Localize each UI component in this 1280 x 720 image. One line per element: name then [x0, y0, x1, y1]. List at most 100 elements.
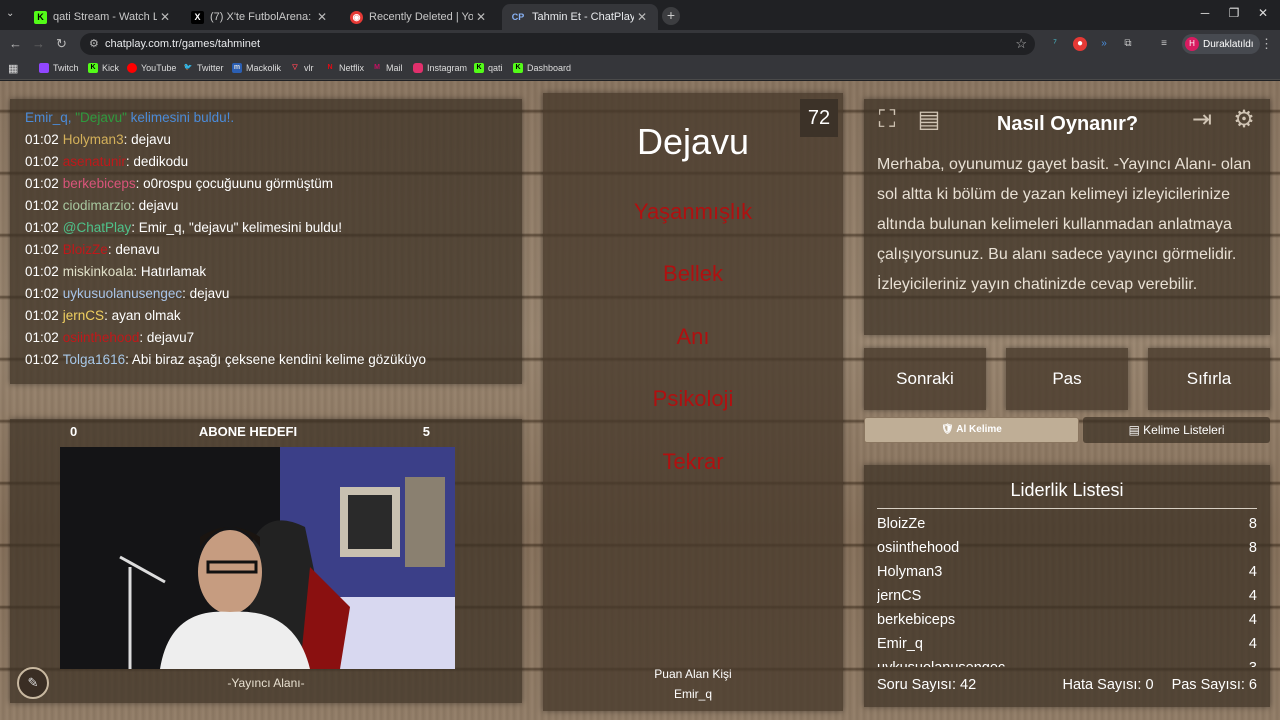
- chat-message: 01:02 jernCS: ayan olmak: [25, 305, 522, 327]
- next-button[interactable]: Sonraki: [864, 348, 986, 410]
- scorer-block: Puan Alan Kişi Emir_q: [543, 664, 843, 704]
- new-tab-button[interactable]: +: [662, 7, 680, 25]
- bookmark-twitter[interactable]: 🐦 Twitter: [183, 63, 224, 73]
- chat-user[interactable]: ciodimarzio: [63, 198, 131, 213]
- tab-youtube[interactable]: ◉ Recently Deleted | YouTube ✕: [342, 4, 497, 30]
- leaderboard-row: osiinthehood 8: [877, 536, 1257, 560]
- restore-icon[interactable]: ❐: [1224, 6, 1244, 20]
- bookmark-star-icon[interactable]: ☆: [1015, 36, 1027, 52]
- profile-button[interactable]: H Duraklatıldı: [1182, 34, 1260, 54]
- address-bar[interactable]: ⚙ chatplay.com.tr/games/tahminet ☆: [80, 33, 1035, 55]
- bookmark-qati[interactable]: Kqati: [474, 63, 503, 73]
- tab-search-icon[interactable]: ⌄: [6, 8, 14, 19]
- tab-title: (7) X'te FutbolArena: "VAR kayıt": [210, 11, 314, 23]
- chat-time: 01:02: [25, 330, 59, 345]
- chat-time: 01:02: [25, 220, 59, 235]
- chat-user[interactable]: BloizZe: [63, 242, 108, 257]
- player-score: 3: [1249, 656, 1257, 667]
- chat-message: 01:02 miskinkoala: Hatırlamak: [25, 261, 522, 283]
- apps-icon[interactable]: ▦: [8, 62, 18, 75]
- bookmark-instagram[interactable]: Instagram: [413, 63, 467, 73]
- site-info-icon[interactable]: ⚙: [89, 37, 99, 50]
- menu-icon[interactable]: ⋮: [1260, 36, 1273, 52]
- target-word: Dejavu: [636, 121, 750, 162]
- tab-close-icon[interactable]: ✕: [634, 10, 650, 24]
- tab-close-icon[interactable]: ✕: [314, 10, 330, 24]
- chat-text: dejavu: [189, 286, 230, 301]
- chat-user[interactable]: osiinthehood: [63, 330, 140, 345]
- player-name: BloizZe: [877, 516, 926, 532]
- settings-gear-icon[interactable]: ⚙: [1229, 105, 1259, 135]
- player-score: 4: [1248, 588, 1257, 604]
- media-icon[interactable]: ≡: [1157, 37, 1171, 51]
- forbidden-word: Bellek: [663, 261, 723, 286]
- forbidden-word: Yaşanmışlık: [633, 199, 753, 224]
- subscriber-goal: 0 ABONE HEDEFI 5: [60, 424, 436, 446]
- reset-button[interactable]: Sıfırla: [1148, 348, 1270, 410]
- list-icon: ▤: [1128, 423, 1144, 437]
- forward-icon[interactable]: →: [32, 36, 45, 51]
- address-url: chatplay.com.tr/games/tahminet: [105, 38, 261, 50]
- chat-user[interactable]: berkebiceps: [63, 176, 136, 191]
- chat-user[interactable]: @ChatPlay: [63, 220, 131, 235]
- chat-user[interactable]: Holyman3: [63, 132, 124, 147]
- bookmark-mackolik[interactable]: m Mackolik: [232, 63, 281, 73]
- webcam-scene-image: [60, 447, 455, 669]
- leaderboard-list[interactable]: BloizZe 8 osiinthehood 8 Holyman3 4 jernCS 4 ber…: [877, 512, 1257, 667]
- help-text: Merhaba, oyunumuz gayet basit. -Yayıncı …: [877, 156, 1252, 293]
- youtube-icon: ◉: [350, 10, 363, 24]
- tab-close-icon[interactable]: ✕: [473, 10, 489, 24]
- leaderboard-row: berkebiceps 4: [877, 608, 1257, 632]
- chat-text: kelimesini buldu!.: [126, 110, 235, 125]
- pass-button[interactable]: Pas: [1006, 348, 1128, 410]
- chat-colon: :: [131, 198, 139, 213]
- extension-icon[interactable]: ●: [1073, 37, 1087, 51]
- minimize-icon[interactable]: ─: [1195, 6, 1215, 20]
- bookmarks-bar: ▦ Twitch K Kick YouTube 🐦 Twitter m Mackoli…: [0, 58, 1280, 80]
- back-icon[interactable]: ←: [9, 36, 22, 51]
- tab-kick[interactable]: K qati Stream - Watch Live on Kick ✕: [26, 4, 181, 30]
- extension-icon[interactable]: ⁷: [1048, 37, 1062, 51]
- tab-ai-word[interactable]: 🛡 Al Kelime: [864, 417, 1079, 443]
- player-score: 8: [1248, 540, 1257, 556]
- tab-word-lists[interactable]: ▤ Kelime Listeleri: [1083, 417, 1270, 443]
- tab-chatplay[interactable]: CP Tahmin Et - ChatPlay ✕: [502, 4, 658, 30]
- streamer-label: -Yayıncı Alanı-: [227, 676, 305, 690]
- bookmark-dashboard[interactable]: K Dashboard: [513, 63, 571, 73]
- tab-close-icon[interactable]: ✕: [157, 10, 173, 24]
- reload-icon[interactable]: ↻: [56, 36, 67, 52]
- extension-icon[interactable]: »: [1097, 37, 1111, 51]
- bookmark-netflix[interactable]: N Netflix: [325, 63, 364, 73]
- chat-user[interactable]: Tolga1616: [63, 352, 125, 367]
- error-count: Hata Sayısı: 0: [1062, 677, 1154, 693]
- chat-user[interactable]: miskinkoala: [63, 264, 134, 279]
- chat-text: o0rospu çocuğuunu görmüştüm: [143, 176, 333, 191]
- close-window-icon[interactable]: ✕: [1253, 6, 1273, 20]
- youtube-icon: [127, 63, 137, 73]
- bookmark-kick[interactable]: K Kick: [88, 63, 119, 73]
- player-name: osiinthehood: [877, 540, 960, 556]
- goal-target: 5: [422, 424, 430, 439]
- fullscreen-icon[interactable]: ⛶: [872, 105, 902, 135]
- chat-user[interactable]: uykusuolanusengec: [63, 286, 182, 301]
- webcam-video: [60, 447, 455, 669]
- chat-panel[interactable]: Emir_q, "Dejavu" kelimesini buldu!. 01:0…: [10, 99, 522, 384]
- chat-user[interactable]: asenatunir: [63, 154, 126, 169]
- chat-text: dejavu: [138, 198, 179, 213]
- bookmark-twitch[interactable]: Twitch: [39, 63, 79, 73]
- chat-time: 01:02: [25, 352, 59, 367]
- instagram-icon: [413, 63, 423, 73]
- chat-message: 01:02 @ChatPlay: Emir_q, "dejavu" kelimes…: [25, 217, 522, 239]
- bookmark-youtube[interactable]: YouTube: [127, 63, 176, 73]
- chat-colon: :: [125, 352, 132, 367]
- tab-x[interactable]: X (7) X'te FutbolArena: "VAR kayıt" ✕: [183, 4, 338, 30]
- puzzle-icon[interactable]: ⧉: [1121, 37, 1135, 51]
- player-name: Emir_q: [877, 636, 923, 652]
- kick-icon: K: [34, 10, 47, 24]
- leaderboard-row: BloizZe 8: [877, 512, 1257, 536]
- pen-icon[interactable]: ✎: [17, 667, 49, 699]
- bookmark-vlr[interactable]: ▽ vlr: [290, 63, 313, 73]
- chat-user[interactable]: jernCS: [63, 308, 104, 323]
- bookmark-mail[interactable]: M Mail: [372, 63, 402, 73]
- chat-message: 01:02 berkebiceps: o0rospu çocuğuunu görm…: [25, 173, 522, 195]
